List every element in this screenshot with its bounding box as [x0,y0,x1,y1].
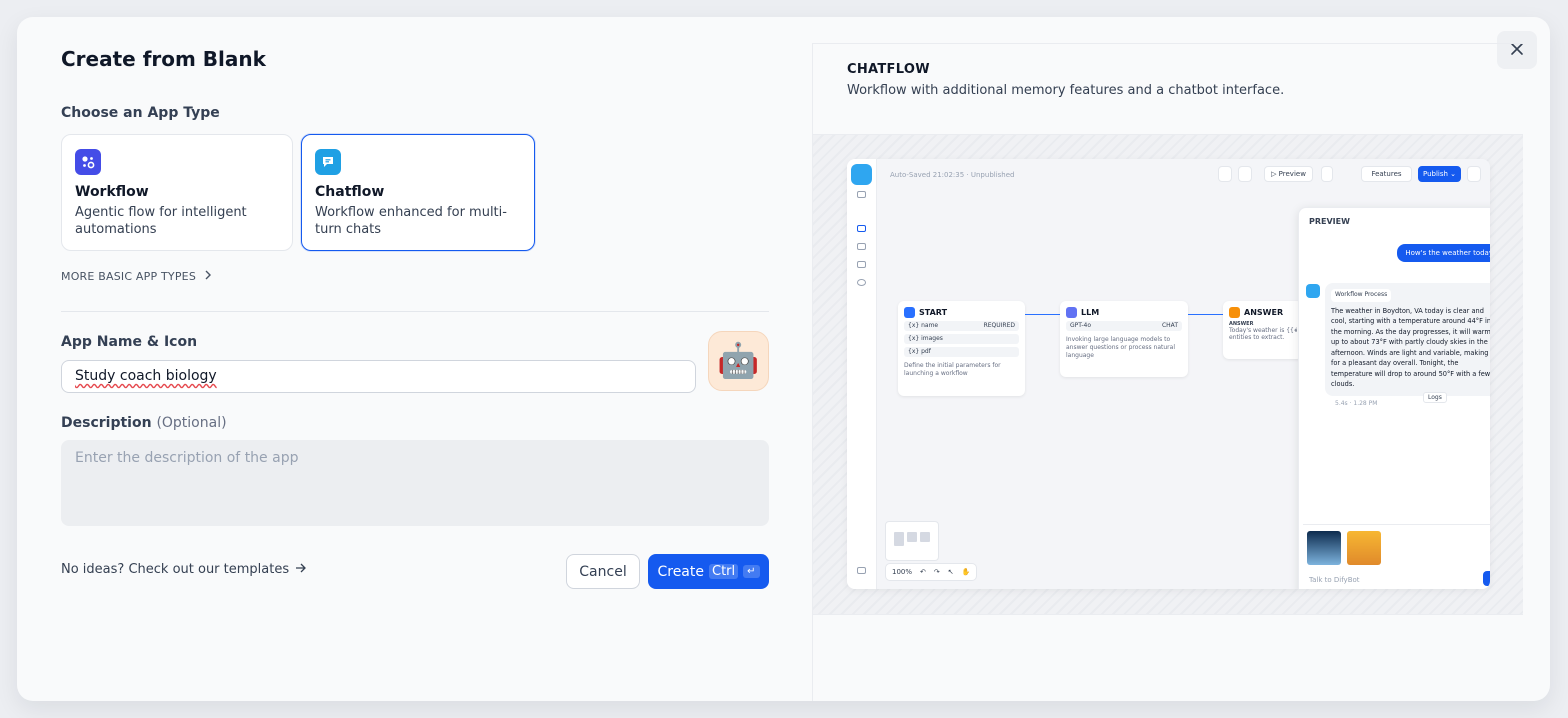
llm-model: GPT-4o CHAT [1066,321,1182,331]
bot-message-text: The weather in Boydton, VA today is clea… [1331,306,1490,389]
workflow-process-tag: Workflow Process [1331,289,1392,302]
app-type-description: Workflow enhanced for multi-turn chats [315,205,507,237]
settings-nav-icon [857,279,866,286]
start-var: {x} pdf [904,347,1019,357]
dialog-title: Create from Blank [61,47,266,71]
create-app-dialog: Create from Blank Choose an App Type Wor… [17,17,1550,701]
shot-features-button: Features [1361,166,1412,182]
chevron-right-icon [204,270,212,283]
bot-message: Workflow Process The weather in Boydton,… [1325,283,1490,396]
shot-preview-panel: PREVIEW How's the weather today Workflow… [1298,207,1490,589]
send-icon [1483,571,1490,586]
zoom-level: 100% [892,568,913,576]
app-name-input[interactable]: Study coach biology [61,360,696,393]
app-type-description: Agentic flow for intelligent automations [75,205,247,237]
shot-sidebar [847,159,877,589]
app-type-chatflow-card[interactable]: Chatflow Workflow enhanced for multi-tur… [301,134,535,251]
cancel-button[interactable]: Cancel [566,554,640,589]
start-var: {x} images [904,334,1019,344]
start-node-title: START [919,308,948,317]
user-message: How's the weather today [1397,244,1490,262]
app-type-name: Chatflow [315,184,385,200]
image-thumbnail [1307,531,1341,565]
app-type-preview: CHATFLOW Workflow with additional memory… [812,43,1523,701]
logs-button: Logs [1423,392,1447,403]
create-button[interactable]: Create Ctrl ↵ [648,554,769,589]
image-thumbnail [1347,531,1381,565]
start-var: {x} name REQUIRED [904,321,1019,331]
answer-node: ANSWER ANSWER Today's weather is {{#... … [1223,301,1303,359]
create-button-label: Create [657,563,704,580]
preview-header: CHATFLOW Workflow with additional memory… [813,43,1523,135]
pointer-icon: ↖ [947,568,954,576]
chatflow-icon [315,149,341,175]
zoom-toolbar: 100% ↶ ↷ ↖ ✋ [885,563,978,581]
bot-logo-icon [851,164,872,185]
optional-tag: (Optional) [156,415,227,431]
hand-icon: ✋ [961,568,971,576]
arrow-right-icon [295,562,307,577]
edge-llm-answer [1188,314,1223,315]
app-type-workflow-card[interactable]: Workflow Agentic flow for intelligent au… [61,134,293,251]
app-type-name: Workflow [75,184,149,200]
shot-preview-button: ▷ Preview [1264,166,1313,182]
minimap [885,521,939,561]
shortcut-enter: ↵ [743,565,760,578]
preview-heading: CHATFLOW [847,62,930,77]
panel-title: PREVIEW [1309,217,1350,226]
preview-illustration: Auto-Saved 21:02:35 · Unpublished ▷ Prev… [813,135,1523,615]
answer-node-icon [1229,307,1240,318]
app-type-label: Choose an App Type [61,105,220,121]
start-node-icon [904,307,915,318]
history-icon [1467,166,1481,182]
more-app-types-link[interactable]: MORE BASIC APP TYPES [61,270,212,283]
message-meta: 5.4s · 1.28 PM [1335,400,1378,407]
layout-icon [1238,166,1252,182]
collapse-icon [857,567,866,574]
doc-nav-icon [857,261,866,268]
description-textarea[interactable]: Enter the description of the app [61,440,769,526]
checklist-icon [1321,166,1333,182]
redo-icon: ↷ [933,568,940,576]
shortcut-ctrl: Ctrl [709,564,739,579]
preview-subheading: Workflow with additional memory features… [847,83,1285,98]
swap-icon [857,191,866,198]
start-node-note: Define the initial parameters for launch… [904,362,1001,377]
workflow-icon [75,149,101,175]
llm-node: LLM GPT-4o CHAT Invoking large language m… [1060,301,1188,377]
llm-node-note: Invoking large language models to answer… [1066,336,1175,359]
app-name-label: App Name & Icon [61,334,198,350]
workflow-nav-icon [857,225,866,232]
shot-publish-button: Publish ⌄ [1418,166,1461,182]
templates-link-text: No ideas? Check out our templates [61,562,290,577]
llm-node-title: LLM [1081,308,1100,317]
panel-input: Talk to DifyBot [1303,524,1490,589]
edge-start-llm [1025,314,1060,315]
panel-input-placeholder: Talk to DifyBot [1309,576,1360,584]
description-label-text: Description [61,415,152,431]
answer-node-title: ANSWER [1244,308,1284,317]
start-node: START {x} name REQUIRED {x} images {x} pd… [898,301,1025,396]
more-app-types-label: MORE BASIC APP TYPES [61,270,197,283]
chatflow-screenshot: Auto-Saved 21:02:35 · Unpublished ▷ Prev… [847,159,1490,589]
bot-avatar-icon [1306,284,1320,298]
create-form: Create from Blank Choose an App Type Wor… [61,17,769,701]
section-divider [61,311,769,312]
autosave-status: Auto-Saved 21:02:35 · Unpublished [890,171,1015,179]
app-icon-picker[interactable]: 🤖 [708,331,769,391]
templates-link[interactable]: No ideas? Check out our templates [61,562,307,577]
description-label: Description (Optional) [61,415,227,431]
undo-icon: ↶ [920,568,926,576]
image-nav-icon [857,243,866,250]
refresh-icon [1218,166,1232,182]
llm-node-icon [1066,307,1077,318]
